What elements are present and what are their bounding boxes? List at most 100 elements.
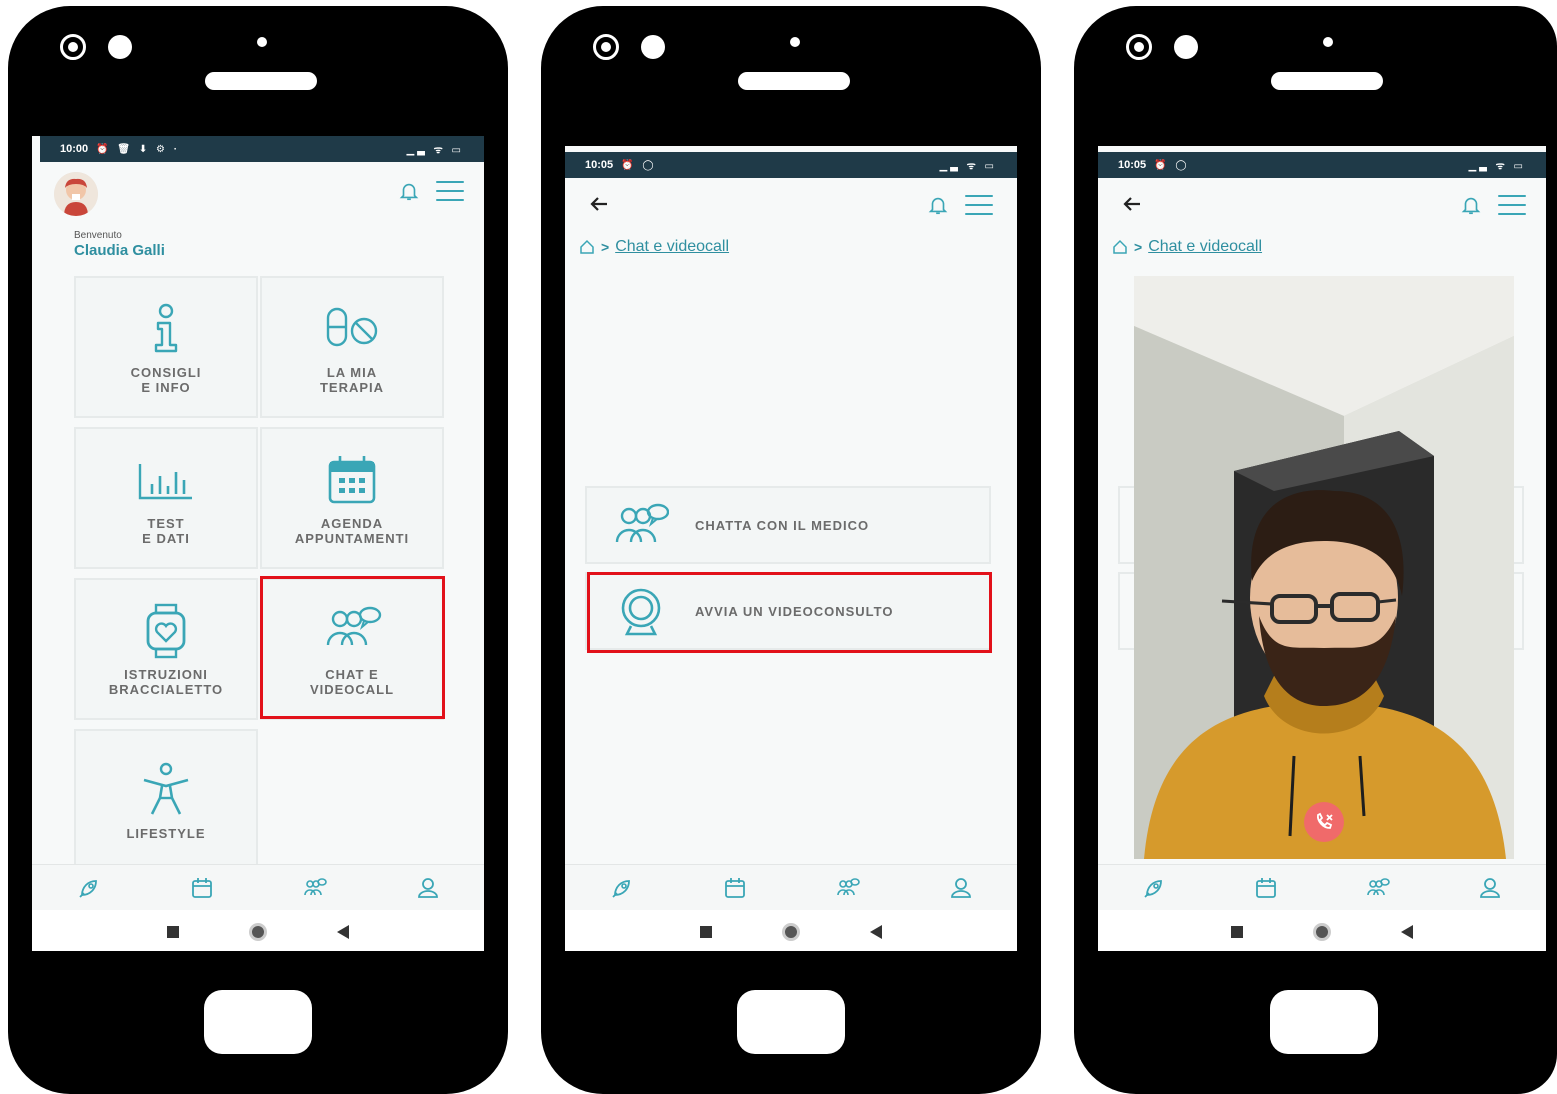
welcome-label: Benvenuto <box>74 230 122 241</box>
sensor-icon <box>108 35 132 59</box>
breadcrumb-link-chat-videocall[interactable]: Chat e videocall <box>615 238 729 256</box>
user-name: Claudia Galli <box>74 242 165 259</box>
system-nav-bar <box>565 910 1017 951</box>
chat-people-icon <box>615 503 669 543</box>
calendar-icon[interactable] <box>722 875 748 901</box>
tile-label: ISTRUZIONI BRACCIALETTO <box>108 667 224 697</box>
tile-istruzioni-braccialetto[interactable]: ISTRUZIONI BRACCIALETTO <box>74 578 258 720</box>
tile-la-mia-terapia[interactable]: LA MIA TERAPIA <box>260 276 444 418</box>
status-system-icons: ▁▃ ᯤ ▭ <box>939 161 997 172</box>
person-activity-icon <box>143 762 189 815</box>
avatar[interactable] <box>54 172 98 216</box>
chat-people-icon[interactable] <box>302 875 328 901</box>
earpiece-speaker <box>1271 72 1383 90</box>
info-person-icon <box>154 303 178 353</box>
tile-lifestyle[interactable]: LIFESTYLE <box>74 729 258 871</box>
header-actions <box>927 194 993 216</box>
status-time: 10:05 <box>1118 159 1147 171</box>
tile-label: AGENDA APPUNTAMENTI <box>294 516 410 546</box>
phone-frame-home: 10:00 ⏰ 🗑 ⬇ ⚙ · ▁▃ ᯤ ▭ Benvenuto Claudia… <box>8 6 508 1094</box>
home-icon[interactable] <box>1112 239 1128 255</box>
videocall-screen: 10:05 ⏰ ◯ ▁▃ ᯤ ▭ > Chat e videocall <box>1098 146 1546 951</box>
chat-menu-screen: 10:05 ⏰ ◯ ▁▃ ᯤ ▭ > Chat e videocall CHAT… <box>565 146 1017 951</box>
bell-icon[interactable] <box>927 194 949 216</box>
tile-label: LIFESTYLE <box>126 825 206 841</box>
sensor-icon <box>1174 35 1198 59</box>
tile-agenda-appuntamenti[interactable]: AGENDA APPUNTAMENTI <box>260 427 444 569</box>
recent-apps-icon[interactable] <box>700 926 712 938</box>
hangup-button[interactable] <box>1304 802 1344 842</box>
back-triangle-icon[interactable] <box>1401 925 1413 939</box>
bell-icon[interactable] <box>398 180 420 202</box>
tile-label: TEST E DATI <box>142 516 190 546</box>
user-icon[interactable] <box>415 875 441 901</box>
hamburger-menu-icon[interactable] <box>965 195 993 215</box>
video-frame-image <box>1134 276 1514 859</box>
status-system-icons: ▁▃ ᯤ ▭ <box>1468 161 1526 172</box>
status-bar: 10:00 ⏰ 🗑 ⬇ ⚙ · ▁▃ ᯤ ▭ <box>40 136 484 162</box>
status-time: 10:00 <box>60 143 89 155</box>
phone-frame-chat-menu: 10:05 ⏰ ◯ ▁▃ ᯤ ▭ > Chat e videocall CHAT… <box>541 6 1041 1094</box>
status-notification-icons: ⏰ ◯ <box>621 159 657 171</box>
user-icon[interactable] <box>948 875 974 901</box>
breadcrumb: > Chat e videocall <box>579 238 729 256</box>
back-arrow-icon[interactable] <box>1120 192 1144 216</box>
earpiece-speaker <box>738 72 850 90</box>
phone-frame-videocall: 10:05 ⏰ ◯ ▁▃ ᯤ ▭ > Chat e videocall <box>1074 6 1557 1094</box>
system-nav-bar <box>1098 910 1546 951</box>
user-icon[interactable] <box>1477 875 1503 901</box>
tile-test-dati[interactable]: TEST E DATI <box>74 427 258 569</box>
status-notification-icons: ⏰ 🗑 ⬇ ⚙ · <box>96 143 181 155</box>
recent-apps-icon[interactable] <box>1231 926 1243 938</box>
back-triangle-icon[interactable] <box>870 925 882 939</box>
system-nav-bar <box>32 910 484 951</box>
back-triangle-icon[interactable] <box>337 925 349 939</box>
header-actions <box>1460 194 1526 216</box>
home-icon[interactable] <box>579 239 595 255</box>
physical-home-button <box>204 990 312 1054</box>
proximity-sensor-icon <box>790 37 800 47</box>
front-camera-icon <box>593 34 619 60</box>
home-screen: 10:00 ⏰ 🗑 ⬇ ⚙ · ▁▃ ᯤ ▭ Benvenuto Claudia… <box>32 136 484 951</box>
status-time: 10:05 <box>585 159 614 171</box>
home-circle-icon[interactable] <box>1313 923 1331 941</box>
breadcrumb-separator: > <box>601 239 610 255</box>
earpiece-speaker <box>205 72 317 90</box>
calendar-icon[interactable] <box>1253 875 1279 901</box>
back-arrow-icon[interactable] <box>587 192 611 216</box>
calendar-icon[interactable] <box>189 875 215 901</box>
tile-label: CONSIGLI E INFO <box>130 365 202 395</box>
physical-home-button <box>1270 990 1378 1054</box>
rocket-icon[interactable] <box>76 875 102 901</box>
action-label: CHATTA CON IL MEDICO <box>695 517 870 533</box>
recent-apps-icon[interactable] <box>167 926 179 938</box>
header-actions <box>398 180 464 202</box>
pill-icon <box>326 307 378 347</box>
breadcrumb-separator: > <box>1134 239 1143 255</box>
chat-people-icon[interactable] <box>1365 875 1391 901</box>
front-camera-icon <box>60 34 86 60</box>
smartwatch-icon <box>146 603 186 659</box>
chat-with-doctor-button[interactable]: CHATTA CON IL MEDICO <box>585 486 991 564</box>
proximity-sensor-icon <box>257 37 267 47</box>
chat-people-icon[interactable] <box>835 875 861 901</box>
status-notification-icons: ⏰ ◯ <box>1154 159 1190 171</box>
bottom-nav <box>1098 864 1546 910</box>
bottom-nav <box>565 864 1017 910</box>
home-circle-icon[interactable] <box>782 923 800 941</box>
hangup-phone-icon <box>1317 812 1333 829</box>
sensor-icon <box>641 35 665 59</box>
status-bar: 10:05 ⏰ ◯ ▁▃ ᯤ ▭ <box>565 152 1017 178</box>
video-feed <box>1134 276 1514 859</box>
breadcrumb: > Chat e videocall <box>1112 238 1262 256</box>
hamburger-menu-icon[interactable] <box>436 181 464 201</box>
bell-icon[interactable] <box>1460 194 1482 216</box>
tile-consigli-info[interactable]: CONSIGLI E INFO <box>74 276 258 418</box>
rocket-icon[interactable] <box>609 875 635 901</box>
breadcrumb-link-chat-videocall[interactable]: Chat e videocall <box>1148 238 1262 256</box>
physical-home-button <box>737 990 845 1054</box>
front-camera-icon <box>1126 34 1152 60</box>
hamburger-menu-icon[interactable] <box>1498 195 1526 215</box>
rocket-icon[interactable] <box>1141 875 1167 901</box>
home-circle-icon[interactable] <box>249 923 267 941</box>
